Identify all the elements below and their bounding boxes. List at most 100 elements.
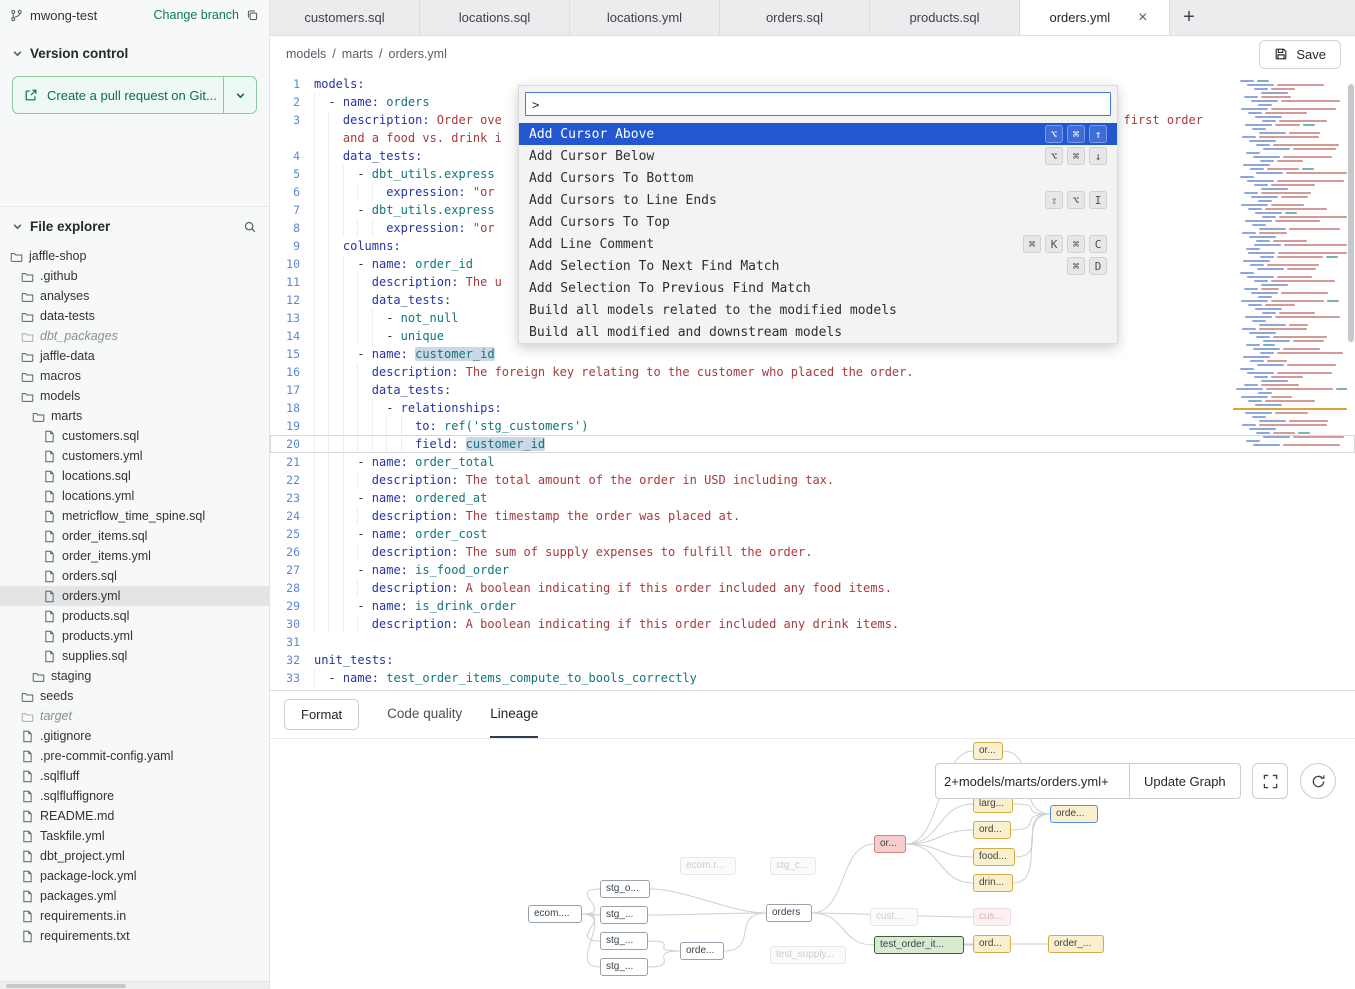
lineage-node[interactable]: orders: [766, 904, 812, 922]
lineage-node[interactable]: food...: [973, 848, 1015, 866]
file-tree-item-jaffle-data[interactable]: jaffle-data: [0, 346, 269, 366]
palette-item[interactable]: Add Cursors To Top: [519, 211, 1117, 233]
file-tree-item-order_items.sql[interactable]: order_items.sql: [0, 526, 269, 546]
lineage-node[interactable]: test_order_it...: [874, 936, 964, 954]
folder-icon: [21, 290, 34, 303]
create-pr-button[interactable]: Create a pull request on Git...: [12, 76, 257, 114]
minimap-line: [1233, 116, 1347, 118]
lineage-selector-input[interactable]: [935, 763, 1130, 799]
palette-item[interactable]: Add Line Comment⌘K⌘C: [519, 233, 1117, 255]
lineage-node[interactable]: stg_c...: [770, 857, 816, 875]
tab-products.sql[interactable]: products.sql: [870, 0, 1020, 35]
file-tree-item-macros[interactable]: macros: [0, 366, 269, 386]
search-icon[interactable]: [243, 220, 257, 234]
lineage-node[interactable]: ord...: [973, 935, 1011, 953]
file-tree-item-.sqlfluffignore[interactable]: .sqlfluffignore: [0, 786, 269, 806]
lineage-node[interactable]: ord...: [973, 821, 1011, 839]
file-tree-item-staging[interactable]: staging: [0, 666, 269, 686]
save-button[interactable]: Save: [1259, 40, 1341, 69]
lineage-node[interactable]: drin...: [973, 874, 1013, 892]
pr-dropdown-caret[interactable]: [223, 77, 256, 113]
file-tree-item-marts[interactable]: marts: [0, 406, 269, 426]
file-tree-item-.pre-commit-config.yaml[interactable]: .pre-commit-config.yaml: [0, 746, 269, 766]
lineage-node[interactable]: stg_...: [600, 958, 648, 976]
lineage-node[interactable]: ecom.r...: [680, 857, 736, 875]
change-branch-link[interactable]: Change branch: [154, 8, 239, 22]
lineage-node[interactable]: cust....: [870, 908, 918, 926]
palette-item[interactable]: Add Selection To Next Find Match⌘D: [519, 255, 1117, 277]
lineage-node[interactable]: stg_o...: [600, 880, 650, 898]
fullscreen-button[interactable]: [1252, 763, 1288, 799]
close-tab-icon[interactable]: ×: [1138, 11, 1147, 25]
file-tree-item-analyses[interactable]: analyses: [0, 286, 269, 306]
lineage-node[interactable]: stg_...: [600, 932, 648, 950]
lineage-node[interactable]: cus...: [973, 908, 1011, 926]
lineage-node[interactable]: orde...: [680, 942, 724, 960]
minimap-line: [1233, 164, 1347, 166]
file-tree-item-jaffle-shop[interactable]: jaffle-shop: [0, 246, 269, 266]
scrollbar-thumb[interactable]: [6, 984, 126, 988]
palette-item[interactable]: Add Cursor Below⌥⌘↓: [519, 145, 1117, 167]
file-tree-item-requirements.in[interactable]: requirements.in: [0, 906, 269, 926]
file-tree-item-customers.yml[interactable]: customers.yml: [0, 446, 269, 466]
tab-locations.yml[interactable]: locations.yml: [570, 0, 720, 35]
file-tree-item-data-tests[interactable]: data-tests: [0, 306, 269, 326]
file-tree-item-order_items.yml[interactable]: order_items.yml: [0, 546, 269, 566]
file-tree-item-packages.yml[interactable]: packages.yml: [0, 886, 269, 906]
lineage-node[interactable]: stg_...: [600, 906, 648, 924]
new-tab-button[interactable]: +: [1170, 0, 1208, 35]
file-tree-item-README.md[interactable]: README.md: [0, 806, 269, 826]
file-tree-item-orders.sql[interactable]: orders.sql: [0, 566, 269, 586]
file-tree-item-dbt_project.yml[interactable]: dbt_project.yml: [0, 846, 269, 866]
file-tree-item-supplies.sql[interactable]: supplies.sql: [0, 646, 269, 666]
lineage-node[interactable]: ecom....: [528, 905, 582, 923]
bottom-tab-lineage[interactable]: Lineage: [490, 691, 538, 738]
file-tree-item-package-lock.yml[interactable]: package-lock.yml: [0, 866, 269, 886]
file-tree-item-.github[interactable]: .github: [0, 266, 269, 286]
copy-icon[interactable]: [246, 9, 259, 22]
file-tree-item-models[interactable]: models: [0, 386, 269, 406]
command-palette-input[interactable]: [525, 92, 1111, 116]
palette-item[interactable]: Add Selection To Previous Find Match: [519, 277, 1117, 299]
palette-item[interactable]: Add Cursor Above⌥⌘↑: [519, 123, 1117, 145]
palette-item[interactable]: Build all models related to the modified…: [519, 299, 1117, 321]
file-tree-item-requirements.txt[interactable]: requirements.txt: [0, 926, 269, 946]
refresh-button[interactable]: [1300, 763, 1336, 799]
file-tree-item-locations.sql[interactable]: locations.sql: [0, 466, 269, 486]
lineage-node[interactable]: or...: [973, 742, 1003, 760]
file-tree-item-orders.yml[interactable]: orders.yml: [0, 586, 269, 606]
lineage-node[interactable]: or...: [874, 835, 906, 853]
update-graph-button[interactable]: Update Graph: [1130, 763, 1241, 799]
tab-orders.sql[interactable]: orders.sql: [720, 0, 870, 35]
tab-customers.sql[interactable]: customers.sql: [270, 0, 420, 35]
editor-scrollbar-thumb[interactable]: [1348, 84, 1354, 342]
file-tree-item-.sqlfluff[interactable]: .sqlfluff: [0, 766, 269, 786]
palette-item[interactable]: Add Cursors To Bottom: [519, 167, 1117, 189]
format-button[interactable]: Format: [284, 699, 359, 730]
lineage-canvas[interactable]: Update Graph ecom.... stg_o... stg_... stg_…: [270, 739, 1355, 989]
lineage-node[interactable]: order_...: [1048, 935, 1104, 953]
file-tree-item-target[interactable]: target: [0, 706, 269, 726]
tab-orders.yml[interactable]: orders.yml×: [1020, 0, 1170, 35]
file-tree-item-dbt_packages[interactable]: dbt_packages: [0, 326, 269, 346]
palette-item[interactable]: Build all modified and downstream models: [519, 321, 1117, 343]
file-tree-item-locations.yml[interactable]: locations.yml: [0, 486, 269, 506]
palette-item[interactable]: Add Cursors to Line Ends⇧⌥I: [519, 189, 1117, 211]
bottom-tab-code-quality[interactable]: Code quality: [387, 691, 462, 738]
file-tree-item-products.yml[interactable]: products.yml: [0, 626, 269, 646]
code-editor[interactable]: 1models:2- name: orders3description: Ord…: [270, 72, 1355, 690]
file-tree-item-products.sql[interactable]: products.sql: [0, 606, 269, 626]
chevron-down-icon[interactable]: [12, 48, 23, 59]
minimap[interactable]: [1233, 80, 1347, 448]
line-number: 4: [270, 147, 314, 165]
file-tree-item-metricflow_time_spine.sql[interactable]: metricflow_time_spine.sql: [0, 506, 269, 526]
tab-locations.sql[interactable]: locations.sql: [420, 0, 570, 35]
sidebar-horizontal-scrollbar[interactable]: [0, 981, 269, 989]
chevron-down-icon[interactable]: [12, 221, 23, 232]
file-tree-item-seeds[interactable]: seeds: [0, 686, 269, 706]
file-tree-item-customers.sql[interactable]: customers.sql: [0, 426, 269, 446]
file-tree-item-Taskfile.yml[interactable]: Taskfile.yml: [0, 826, 269, 846]
lineage-node[interactable]: test_supply...: [770, 946, 846, 964]
file-tree-item-.gitignore[interactable]: .gitignore: [0, 726, 269, 746]
lineage-node[interactable]: orde...: [1050, 805, 1098, 823]
